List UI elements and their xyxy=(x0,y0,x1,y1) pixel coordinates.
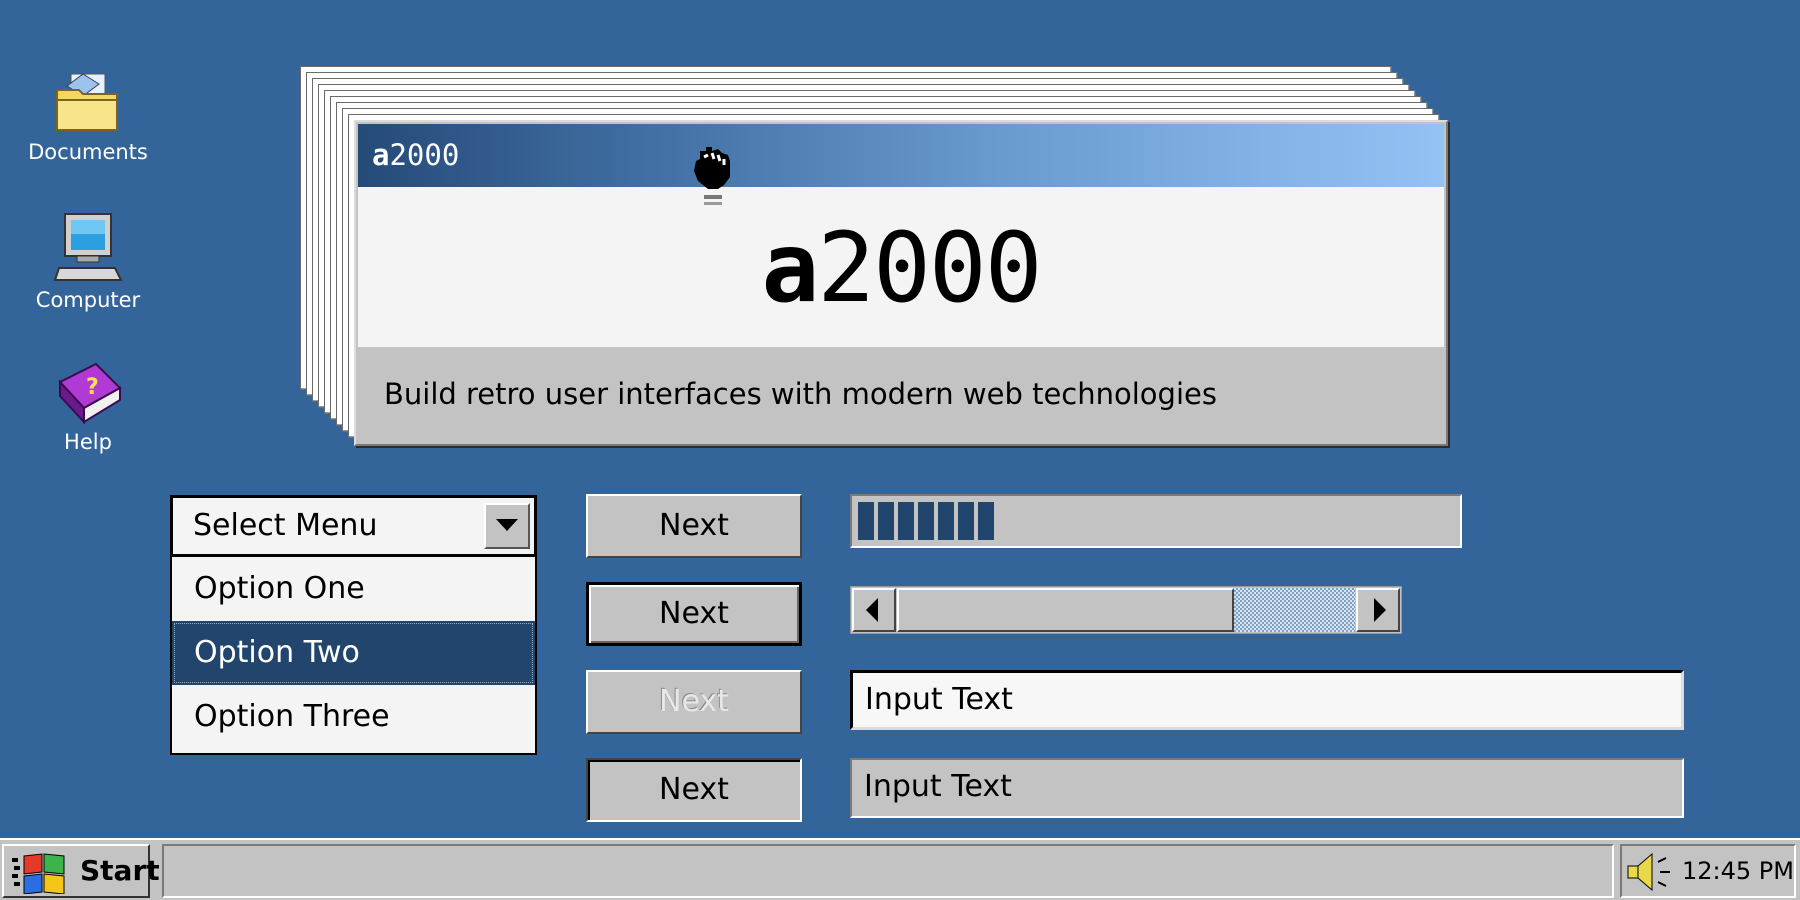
desktop-icon-label: Computer xyxy=(35,288,141,312)
window-title-bar[interactable]: a2000 xyxy=(358,124,1444,187)
arrow-left-icon xyxy=(866,598,878,622)
progress-segment xyxy=(878,502,894,540)
select-menu[interactable]: Select Menu xyxy=(170,495,537,557)
window-title-text: 2000 xyxy=(389,138,460,172)
scroll-thumb[interactable] xyxy=(897,588,1234,632)
arrow-right-icon xyxy=(1374,598,1386,622)
next-button[interactable]: Next xyxy=(586,494,802,558)
folder-icon xyxy=(56,73,118,131)
progress-segment xyxy=(898,502,914,540)
desktop-icon-computer[interactable]: Computer xyxy=(28,212,148,312)
windows-logo-icon xyxy=(12,853,65,894)
scroll-left-button[interactable] xyxy=(852,588,896,632)
progress-segment xyxy=(918,502,934,540)
select-dropdown-button[interactable] xyxy=(484,503,530,549)
progress-segment xyxy=(978,502,994,540)
start-button-label: Start xyxy=(80,854,160,887)
window-tagline: Build retro user interfaces with modern … xyxy=(358,347,1444,442)
progress-segment xyxy=(958,502,974,540)
a2000-window: a2000 a2000 Build retro user interfaces … xyxy=(354,120,1448,446)
progress-segment xyxy=(858,502,874,540)
horizontal-scrollbar[interactable] xyxy=(850,586,1402,634)
progress-fill xyxy=(858,502,994,540)
next-button-disabled: Next xyxy=(586,670,802,734)
desktop-icon-label: Documents xyxy=(28,140,148,164)
select-option-selected[interactable]: Option Two xyxy=(172,621,535,685)
text-input[interactable]: Input Text xyxy=(850,670,1684,730)
desktop-icon-label: Help xyxy=(64,430,112,454)
help-book-icon: ? xyxy=(58,362,122,425)
window-hero-area: a2000 xyxy=(358,187,1444,347)
speaker-icon[interactable] xyxy=(1626,852,1676,892)
desktop-icon-help[interactable]: ? Help xyxy=(28,360,148,454)
computer-icon xyxy=(53,213,123,281)
select-menu-label: Select Menu xyxy=(193,508,378,543)
scroll-track[interactable] xyxy=(1234,588,1355,632)
progress-bar xyxy=(850,494,1462,548)
hero-logo: a2000 xyxy=(358,213,1444,323)
grab-cursor-icon xyxy=(694,147,730,205)
start-button[interactable]: Start xyxy=(2,844,160,898)
next-button-focused[interactable]: Next xyxy=(586,582,802,646)
next-button-pressed[interactable]: Next xyxy=(586,758,802,822)
progress-segment xyxy=(938,502,954,540)
hero-logo-text: 2000 xyxy=(817,212,1042,324)
clock: 12:45 PM xyxy=(1682,857,1794,885)
system-tray: 12:45 PM xyxy=(1620,844,1796,898)
hero-logo-bold: a xyxy=(761,212,820,324)
triangle-down-icon xyxy=(496,519,518,531)
taskbar: Start 12:45 PM xyxy=(0,838,1800,900)
select-options-list: Option One Option Two Option Three xyxy=(170,557,537,755)
taskbar-task-area xyxy=(162,844,1614,898)
select-option[interactable]: Option One xyxy=(172,557,535,621)
text-input-readonly: Input Text xyxy=(850,758,1684,818)
window-title-bold: a xyxy=(372,138,390,172)
select-option[interactable]: Option Three xyxy=(172,685,535,749)
scroll-right-button[interactable] xyxy=(1356,588,1400,632)
desktop-icon-documents[interactable]: Documents xyxy=(28,66,148,164)
svg-text:?: ? xyxy=(86,375,99,400)
